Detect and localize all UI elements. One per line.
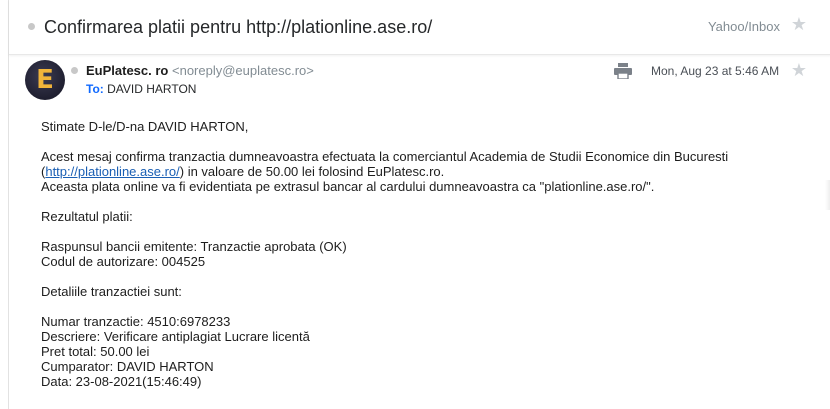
result-heading: Rezultatul platii: [41,209,133,224]
print-icon[interactable] [614,63,632,79]
star-icon[interactable]: ★ [791,61,807,79]
unread-dot[interactable] [28,23,35,30]
buyer: Cumparator: DAVID HARTON [41,359,214,374]
total-price: Pret total: 50.00 lei [41,344,150,359]
transaction-date: Data: 23-08-2021(15:46:49) [41,374,202,389]
message-date: Mon, Aug 23 at 5:46 AM [651,64,780,78]
description: Descriere: Verificare antiplagiat Lucrar… [41,329,310,344]
auth-code: Codul de autorizare: 004525 [41,254,206,269]
body-line: (http://plationline.ase.ro/) in valoare … [41,164,445,179]
subject-row: Confirmarea platii pentru http://plation… [9,0,830,55]
sender-email: <noreply@euplatesc.ro> [172,63,314,78]
transaction-number: Numar tranzactie: 4510:6978233 [41,314,231,329]
merchant-link[interactable]: http://plationline.ase.ro/ [45,164,179,179]
bank-response: Raspunsul bancii emitente: Tranzactie ap… [41,239,347,254]
recipient-line: To: DAVID HARTON [86,82,196,96]
email-view: Confirmarea platii pentru http://plation… [8,0,830,409]
email-subject: Confirmarea platii pentru http://plation… [44,17,433,37]
folder-label[interactable]: Yahoo/Inbox [708,19,780,34]
to-label: To: [86,82,104,96]
message-body: Stimate D-le/D-na DAVID HARTON, Acest me… [41,119,821,389]
star-icon[interactable]: ★ [791,15,807,33]
read-status-dot[interactable] [71,67,78,74]
sender-name[interactable]: EuPlatesc. ro [86,63,168,78]
sender: EuPlatesc. ro <noreply@euplatesc.ro> [86,63,314,78]
scroll-shadow [825,180,830,210]
details-heading: Detaliile tranzactiei sunt: [41,284,182,299]
body-line: Aceasta plata online va fi evidentiata p… [41,179,655,194]
avatar-letter: E [36,65,54,95]
body-line: Acest mesaj confirma tranzactia dumneavo… [41,149,729,164]
greeting: Stimate D-le/D-na DAVID HARTON, [41,119,249,134]
avatar: E [25,60,65,100]
recipient-name[interactable]: DAVID HARTON [107,82,196,96]
